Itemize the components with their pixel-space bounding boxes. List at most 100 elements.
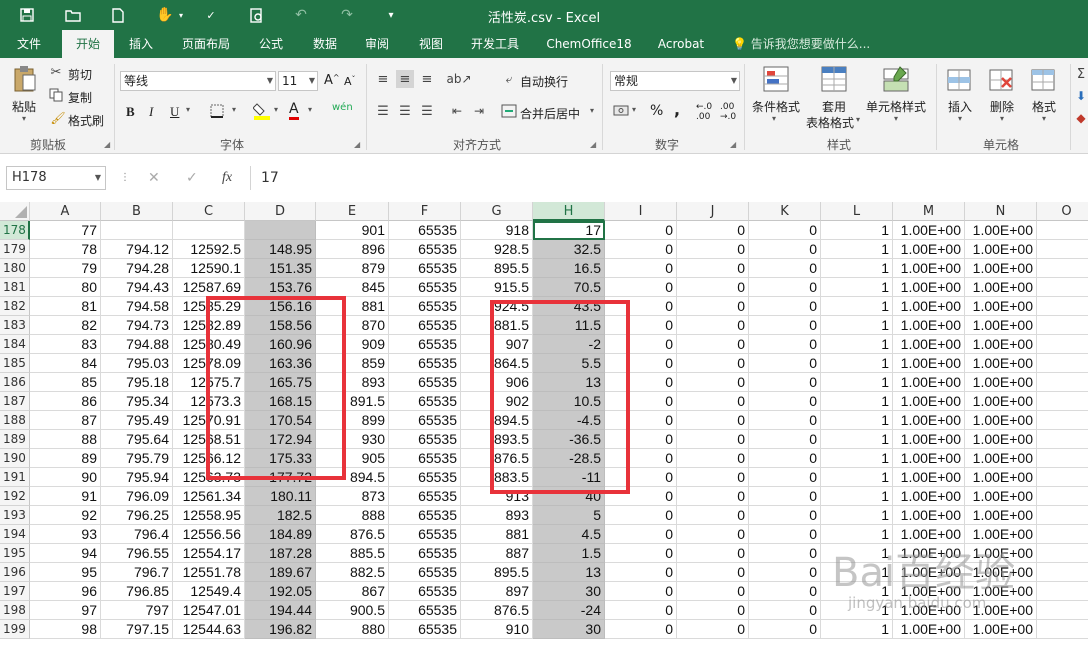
- conditional-format-button[interactable]: 条件格式: [752, 98, 800, 115]
- font-size-select[interactable]: 11 ▼: [278, 71, 318, 91]
- formula-input[interactable]: 17: [250, 166, 1088, 190]
- drag-handle-icon[interactable]: ⋮: [120, 166, 130, 190]
- cell-b189[interactable]: 795.64: [101, 430, 173, 449]
- cell-g197[interactable]: 897: [461, 582, 533, 601]
- chevron-down-icon[interactable]: ▾: [308, 105, 312, 114]
- column-header-o[interactable]: O: [1037, 202, 1088, 221]
- cell-f185[interactable]: 65535: [389, 354, 461, 373]
- undo-icon[interactable]: ↶: [290, 4, 312, 26]
- cell-k192[interactable]: 0: [749, 487, 821, 506]
- cell-m178[interactable]: 1.00E+00: [893, 221, 965, 240]
- cell-n185[interactable]: 1.00E+00: [965, 354, 1037, 373]
- tell-me-box[interactable]: 💡 告诉我您想要做什么...: [732, 30, 870, 58]
- chevron-down-icon[interactable]: ▾: [22, 114, 26, 123]
- cell-m186[interactable]: 1.00E+00: [893, 373, 965, 392]
- cell-m179[interactable]: 1.00E+00: [893, 240, 965, 259]
- cell-k182[interactable]: 0: [749, 297, 821, 316]
- dialog-launcher-icon[interactable]: ◢: [590, 140, 596, 149]
- cell-e196[interactable]: 882.5: [316, 563, 389, 582]
- row-header[interactable]: 188: [0, 411, 30, 430]
- cell-k194[interactable]: 0: [749, 525, 821, 544]
- cell-i197[interactable]: 0: [605, 582, 677, 601]
- cell-a181[interactable]: 80: [30, 278, 101, 297]
- cell-e193[interactable]: 888: [316, 506, 389, 525]
- insert-cells-button[interactable]: 插入: [948, 98, 972, 115]
- cell-n178[interactable]: 1.00E+00: [965, 221, 1037, 240]
- tab-insert[interactable]: 插入: [118, 30, 164, 58]
- align-middle-icon[interactable]: ≡: [396, 70, 414, 88]
- customize-qat-icon[interactable]: ▾: [380, 4, 402, 26]
- cell-o198[interactable]: [1037, 601, 1088, 620]
- scissors-icon[interactable]: ✂: [48, 64, 64, 80]
- paste-icon[interactable]: [10, 64, 40, 94]
- cell-a188[interactable]: 87: [30, 411, 101, 430]
- cell-m181[interactable]: 1.00E+00: [893, 278, 965, 297]
- cell-k180[interactable]: 0: [749, 259, 821, 278]
- row-header[interactable]: 181: [0, 278, 30, 297]
- cell-j192[interactable]: 0: [677, 487, 749, 506]
- cell-j190[interactable]: 0: [677, 449, 749, 468]
- column-header-i[interactable]: I: [605, 202, 677, 221]
- cell-h195[interactable]: 1.5: [533, 544, 605, 563]
- row-header[interactable]: 197: [0, 582, 30, 601]
- format-painter-icon[interactable]: 🖌: [50, 110, 66, 126]
- cell-k196[interactable]: 0: [749, 563, 821, 582]
- cell-c181[interactable]: 12587.69: [173, 278, 245, 297]
- cell-k188[interactable]: 0: [749, 411, 821, 430]
- column-header-a[interactable]: A: [30, 202, 101, 221]
- cell-d191[interactable]: 177.72: [245, 468, 316, 487]
- chevron-down-icon[interactable]: ▾: [590, 106, 594, 115]
- cell-k195[interactable]: 0: [749, 544, 821, 563]
- cell-f189[interactable]: 65535: [389, 430, 461, 449]
- cell-k199[interactable]: 0: [749, 620, 821, 639]
- cell-g183[interactable]: 881.5: [461, 316, 533, 335]
- row-header[interactable]: 193: [0, 506, 30, 525]
- cell-m192[interactable]: 1.00E+00: [893, 487, 965, 506]
- cell-d184[interactable]: 160.96: [245, 335, 316, 354]
- autosum-icon[interactable]: Σ: [1074, 66, 1088, 82]
- cell-o180[interactable]: [1037, 259, 1088, 278]
- insert-cells-icon[interactable]: [944, 66, 974, 94]
- format-as-table-label-1[interactable]: 套用: [822, 98, 846, 115]
- cell-styles-icon[interactable]: [880, 64, 912, 94]
- cell-h184[interactable]: -2: [533, 335, 605, 354]
- cell-c189[interactable]: 12568.51: [173, 430, 245, 449]
- cell-e199[interactable]: 880: [316, 620, 389, 639]
- cell-c190[interactable]: 12566.12: [173, 449, 245, 468]
- cell-l179[interactable]: 1: [821, 240, 893, 259]
- cell-b198[interactable]: 797: [101, 601, 173, 620]
- cell-g192[interactable]: 913: [461, 487, 533, 506]
- cell-l188[interactable]: 1: [821, 411, 893, 430]
- cell-c178[interactable]: [173, 221, 245, 240]
- cell-h191[interactable]: -11: [533, 468, 605, 487]
- cell-a196[interactable]: 95: [30, 563, 101, 582]
- cell-f184[interactable]: 65535: [389, 335, 461, 354]
- cell-i185[interactable]: 0: [605, 354, 677, 373]
- cell-n187[interactable]: 1.00E+00: [965, 392, 1037, 411]
- cell-d182[interactable]: 156.16: [245, 297, 316, 316]
- cell-e190[interactable]: 905: [316, 449, 389, 468]
- cell-n184[interactable]: 1.00E+00: [965, 335, 1037, 354]
- cell-d178[interactable]: [245, 221, 316, 240]
- cell-d185[interactable]: 163.36: [245, 354, 316, 373]
- copy-icon[interactable]: [48, 87, 64, 103]
- cell-g187[interactable]: 902: [461, 392, 533, 411]
- cell-l199[interactable]: 1: [821, 620, 893, 639]
- percent-button[interactable]: %: [650, 103, 663, 119]
- cell-e192[interactable]: 873: [316, 487, 389, 506]
- align-bottom-icon[interactable]: ≡: [418, 70, 436, 88]
- cell-d187[interactable]: 168.15: [245, 392, 316, 411]
- cell-h188[interactable]: -4.5: [533, 411, 605, 430]
- cell-o189[interactable]: [1037, 430, 1088, 449]
- cell-j179[interactable]: 0: [677, 240, 749, 259]
- row-header[interactable]: 180: [0, 259, 30, 278]
- cell-b187[interactable]: 795.34: [101, 392, 173, 411]
- cell-h182[interactable]: 43.5: [533, 297, 605, 316]
- cell-h180[interactable]: 16.5: [533, 259, 605, 278]
- spelling-icon[interactable]: ✓: [200, 4, 222, 26]
- row-header[interactable]: 185: [0, 354, 30, 373]
- cell-f188[interactable]: 65535: [389, 411, 461, 430]
- cell-o187[interactable]: [1037, 392, 1088, 411]
- row-header[interactable]: 182: [0, 297, 30, 316]
- cell-a195[interactable]: 94: [30, 544, 101, 563]
